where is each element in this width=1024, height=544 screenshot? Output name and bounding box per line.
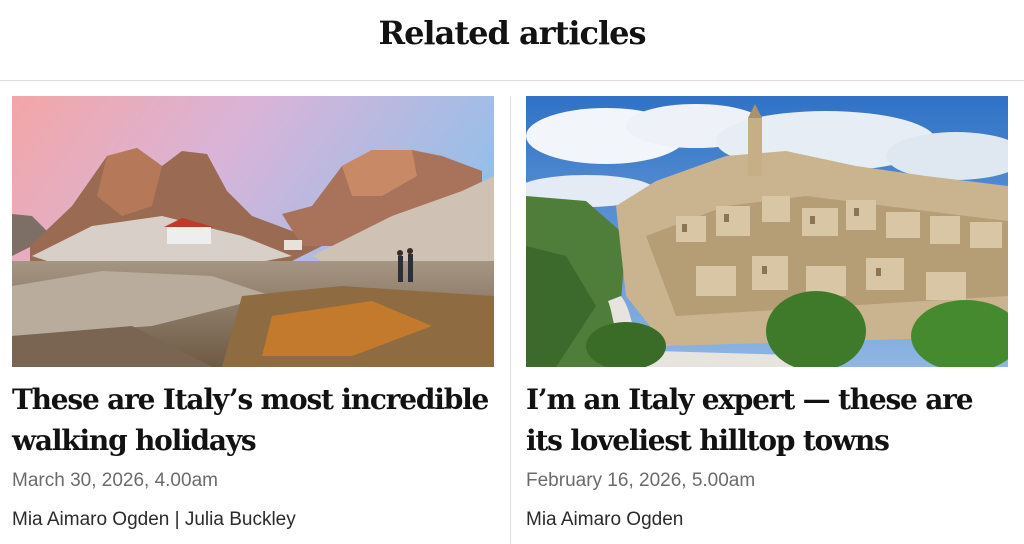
article-image-link[interactable] xyxy=(12,96,494,367)
article-card[interactable]: I’m an Italy expert — these are its love… xyxy=(526,96,1008,531)
hilltop-town-photo xyxy=(526,96,1008,367)
article-date: February 16, 2026, 5.00am xyxy=(526,470,756,491)
article-authors: Mia Aimaro Ogden xyxy=(526,509,684,530)
article-title[interactable]: These are Italy’s most incredible walkin… xyxy=(12,379,494,461)
article-authors: Mia Aimaro Ogden | Julia Buckley xyxy=(12,509,296,530)
article-card[interactable]: These are Italy’s most incredible walkin… xyxy=(12,96,494,531)
article-title[interactable]: I’m an Italy expert — these are its love… xyxy=(526,379,1008,461)
article-date: March 30, 2026, 4.00am xyxy=(12,470,218,491)
mountain-hiking-photo xyxy=(12,96,494,367)
section-header: Related articles xyxy=(0,0,1024,81)
section-title: Related articles xyxy=(378,14,646,52)
column-divider xyxy=(510,96,511,544)
article-image-link[interactable] xyxy=(526,96,1008,367)
